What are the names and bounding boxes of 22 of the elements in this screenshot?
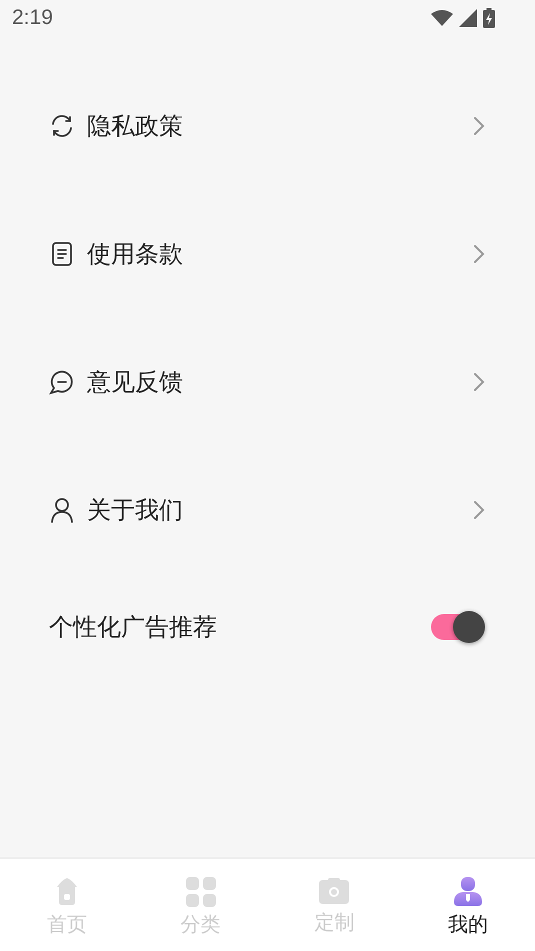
chevron-right-icon	[473, 500, 485, 520]
chat-bubble-icon	[49, 369, 75, 395]
chevron-right-icon	[473, 116, 485, 136]
person-icon	[49, 497, 75, 523]
signal-icon	[459, 9, 477, 27]
battery-icon	[483, 8, 495, 28]
status-time: 2:19	[12, 6, 53, 30]
document-icon	[49, 241, 75, 267]
wifi-icon	[431, 10, 453, 26]
grid-icon	[186, 877, 216, 907]
chevron-right-icon	[473, 372, 485, 392]
toggle-switch[interactable]	[431, 614, 483, 640]
settings-item[interactable]: 使用条款	[0, 190, 535, 318]
settings-item[interactable]: 意见反馈	[0, 318, 535, 446]
setting-label: 个性化广告推荐	[49, 612, 218, 643]
settings-item[interactable]: 隐私政策	[0, 62, 535, 190]
chevron-right-icon	[473, 244, 485, 264]
nav-tab[interactable]: 我的	[401, 859, 535, 951]
user-icon	[453, 877, 484, 907]
settings-item[interactable]: 关于我们	[0, 446, 535, 574]
refresh-icon	[49, 113, 75, 139]
camera-icon	[319, 877, 350, 905]
